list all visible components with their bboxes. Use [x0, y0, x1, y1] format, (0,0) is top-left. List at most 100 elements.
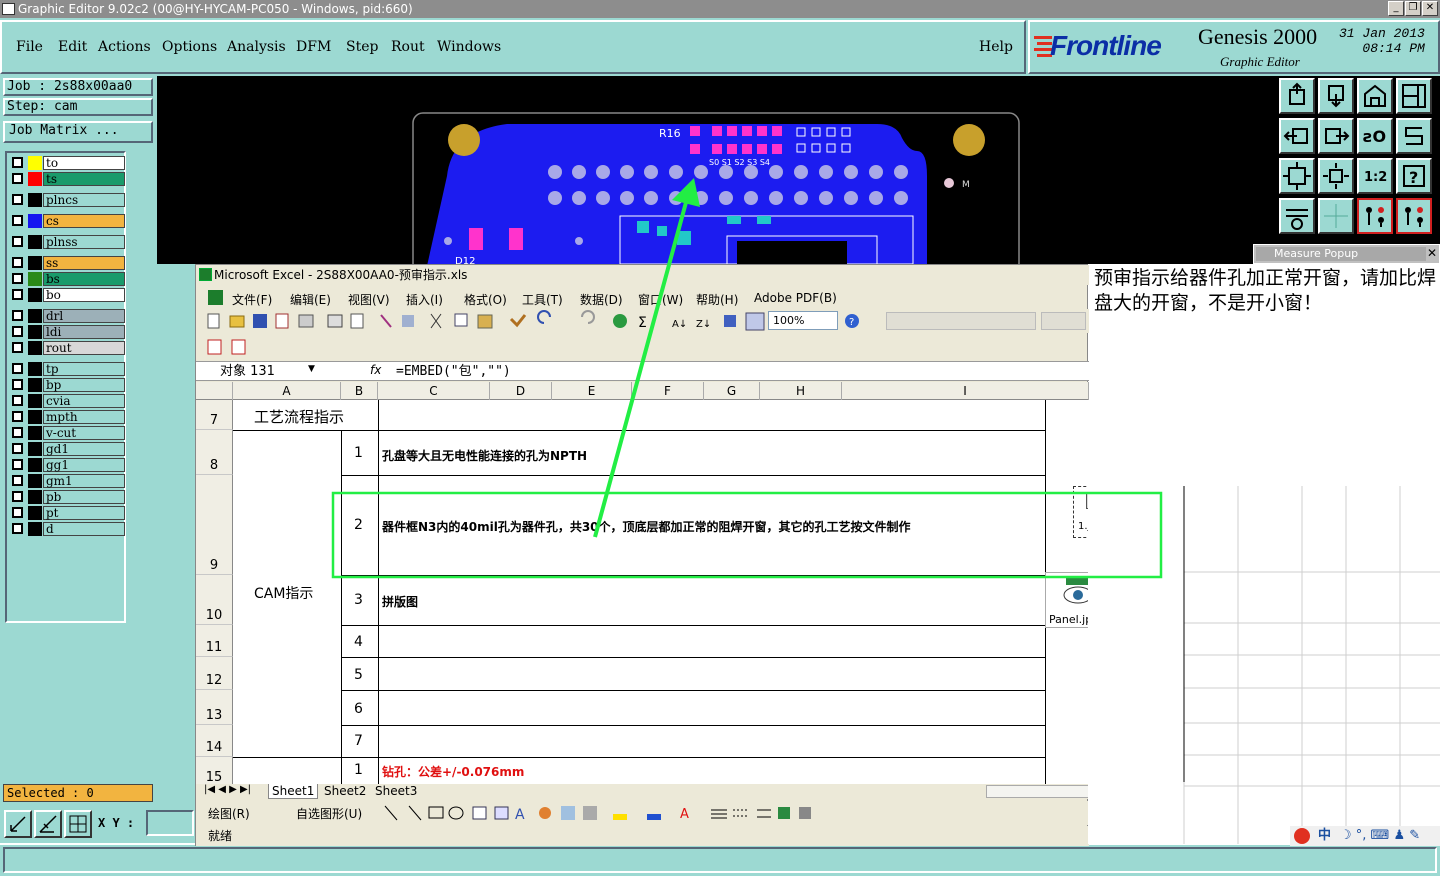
layer-name[interactable]: bs — [43, 272, 125, 286]
ime-mode[interactable]: 中 — [1318, 826, 1331, 846]
layer-name[interactable]: cvia — [43, 394, 125, 408]
excel-menu-insert[interactable]: 插入(I) — [406, 291, 443, 308]
layer-name[interactable]: gd1 — [43, 442, 125, 456]
menu-file[interactable]: File — [16, 39, 43, 55]
layer-row[interactable]: ss — [10, 256, 125, 270]
menu-options[interactable]: Options — [162, 39, 217, 55]
layer-color-swatch[interactable] — [28, 474, 42, 488]
row-header-11[interactable]: 11 — [196, 625, 233, 657]
layer-name[interactable]: v-cut — [43, 426, 125, 440]
layer-checkbox[interactable] — [12, 289, 23, 300]
measure-popup[interactable]: Measure Popup ✕ — [1253, 244, 1440, 264]
restore-button[interactable]: ❐ — [1405, 1, 1421, 16]
col-header-i[interactable]: I — [842, 382, 1089, 400]
layer-row[interactable]: tp — [10, 362, 125, 376]
close-button[interactable]: ✕ — [1422, 1, 1438, 16]
layer-name[interactable]: cs — [43, 214, 125, 228]
layer-row[interactable]: cs — [10, 214, 125, 228]
layer-checkbox[interactable] — [12, 273, 23, 284]
layer-checkbox[interactable] — [12, 257, 23, 268]
layer-checkbox[interactable] — [12, 411, 23, 422]
row-header-8[interactable]: 8 — [196, 430, 233, 475]
tools-icon[interactable] — [1279, 198, 1315, 234]
help-icon[interactable]: ? — [1396, 158, 1432, 194]
menu-help[interactable]: Help — [979, 39, 1013, 55]
layer-name[interactable]: d — [43, 522, 125, 536]
layer-row[interactable]: plnss — [10, 235, 125, 249]
layer-name[interactable]: gm1 — [43, 474, 125, 488]
layer-checkbox[interactable] — [12, 379, 23, 390]
select-all-corner[interactable] — [196, 382, 233, 400]
menu-analysis[interactable]: Analysis — [227, 39, 286, 55]
layer-checkbox[interactable] — [12, 443, 23, 454]
layer-color-swatch[interactable] — [28, 394, 42, 408]
menu-rout[interactable]: Rout — [391, 39, 425, 55]
excel-menu-view[interactable]: 视图(V) — [348, 291, 390, 308]
layer-color-swatch[interactable] — [28, 325, 42, 339]
help-circle-icon[interactable]: ? — [842, 311, 862, 331]
row-header-10[interactable]: 10 — [196, 575, 233, 625]
attachment-panel[interactable]: Panel.jpg — [1045, 572, 1089, 628]
layer-color-swatch[interactable] — [28, 214, 42, 228]
layer-row[interactable]: bp — [10, 378, 125, 392]
layer-color-swatch[interactable] — [28, 442, 42, 456]
col-header-b[interactable]: B — [341, 382, 378, 400]
tab-sheet3[interactable]: Sheet3 — [372, 784, 420, 798]
horizontal-scrollbar[interactable] — [986, 785, 1089, 798]
col-header-e[interactable]: E — [552, 382, 632, 400]
sheet-grid[interactable]: 7 8 9 10 11 12 13 14 15 工艺流程指示 CAM指示 1 孔… — [196, 400, 1089, 784]
snap-mode-icon[interactable] — [1396, 198, 1432, 234]
layer-checkbox[interactable] — [12, 363, 23, 374]
layer-row[interactable]: rout — [10, 341, 125, 355]
layer-name[interactable]: ss — [43, 256, 125, 270]
ime-tool-icons[interactable]: ☽ °, ⌨ ♟ ✎ — [1340, 826, 1420, 846]
layer-row[interactable]: gd1 — [10, 442, 125, 456]
layer-row[interactable]: plncs — [10, 193, 125, 207]
layer-row[interactable]: gg1 — [10, 458, 125, 472]
layer-name[interactable]: mpth — [43, 410, 125, 424]
zoom-box-button[interactable] — [4, 810, 32, 838]
layer-name[interactable]: bp — [43, 378, 125, 392]
layer-name[interactable]: pb — [43, 490, 125, 504]
row-header-13[interactable]: 13 — [196, 690, 233, 725]
col-header-a[interactable]: A — [233, 382, 341, 400]
layer-row[interactable]: bs — [10, 272, 125, 286]
name-box-dropdown-icon[interactable]: ▼ — [308, 364, 315, 374]
layer-name[interactable]: rout — [43, 341, 125, 355]
layer-checkbox[interactable] — [12, 491, 23, 502]
layer-row[interactable]: to — [10, 156, 125, 170]
layer-checkbox[interactable] — [12, 342, 23, 353]
layer-color-swatch[interactable] — [28, 522, 42, 536]
pan-up-icon[interactable] — [1279, 78, 1315, 114]
pan-down-icon[interactable] — [1318, 78, 1354, 114]
attachment-1jpg[interactable]: 1.jpg — [1073, 486, 1089, 538]
layer-color-swatch[interactable] — [28, 490, 42, 504]
layer-row[interactable]: cvia — [10, 394, 125, 408]
layer-name[interactable]: plnss — [43, 235, 125, 249]
layer-checkbox[interactable] — [12, 310, 23, 321]
tab-sheet1[interactable]: Sheet1 — [268, 784, 319, 799]
layer-name[interactable]: tp — [43, 362, 125, 376]
layer-row[interactable]: v-cut — [10, 426, 125, 440]
layer-row[interactable]: ldi — [10, 325, 125, 339]
layer-checkbox[interactable] — [12, 507, 23, 518]
draw-menu[interactable]: 绘图(R) — [208, 805, 250, 822]
col-header-g[interactable]: G — [704, 382, 760, 400]
menu-dfm[interactable]: DFM — [296, 39, 331, 55]
split-view-icon[interactable] — [1396, 78, 1432, 114]
layer-checkbox[interactable] — [12, 459, 23, 470]
home-icon[interactable] — [1357, 78, 1393, 114]
snap-icon[interactable] — [1357, 198, 1393, 234]
grid-view-icon[interactable] — [1318, 198, 1354, 234]
row-header-14[interactable]: 14 — [196, 725, 233, 757]
pan-right-icon[interactable] — [1318, 118, 1354, 154]
excel-menu-tools[interactable]: 工具(T) — [522, 291, 563, 308]
layer-color-swatch[interactable] — [28, 378, 42, 392]
menu-windows[interactable]: Windows — [437, 39, 501, 55]
excel-window[interactable]: Microsoft Excel - 2S88X00AA0-预审指示.xls 文件… — [195, 264, 1089, 846]
excel-menu-adobe-pdf[interactable]: Adobe PDF(B) — [754, 291, 837, 305]
zoom-fit-icon[interactable]: ƨO — [1357, 118, 1393, 154]
layer-checkbox[interactable] — [12, 173, 23, 184]
measure-button[interactable] — [34, 810, 62, 838]
redraw-icon[interactable] — [1396, 118, 1432, 154]
